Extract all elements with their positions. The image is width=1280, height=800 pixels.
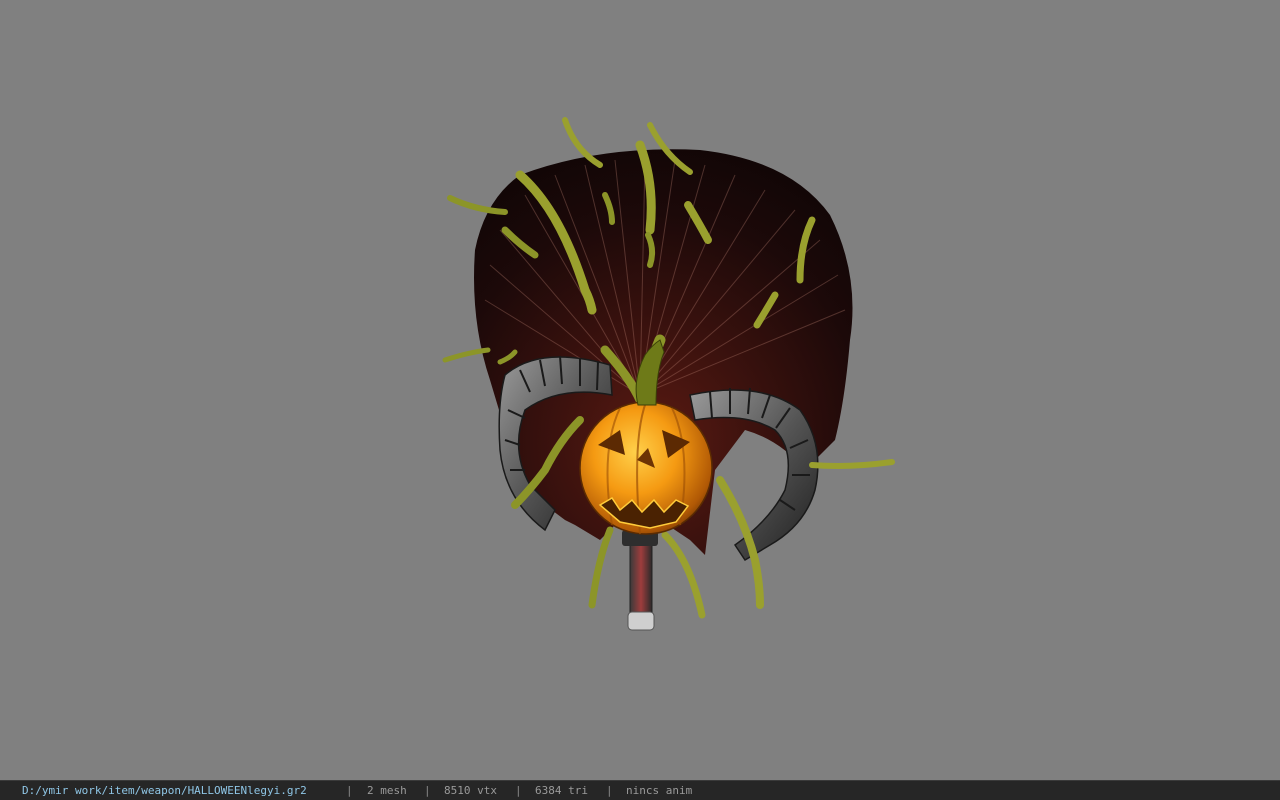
halloween-fan-weapon-model [442, 117, 895, 631]
triangle-count: 6384 tri [535, 784, 588, 797]
separator: | [515, 784, 522, 797]
separator: | [346, 784, 353, 797]
vertex-count: 8510 vtx [444, 784, 497, 797]
separator: | [424, 784, 431, 797]
mesh-count: 2 mesh [367, 784, 407, 797]
separator: | [606, 784, 613, 797]
file-path: D:/ymir work/item/weapon/HALLOWEENlegyi.… [22, 784, 307, 797]
fan-handle [622, 530, 658, 631]
animation-status: nincs anim [626, 784, 693, 797]
status-bar: D:/ymir work/item/weapon/HALLOWEENlegyi.… [0, 780, 1280, 800]
3d-viewport[interactable] [0, 0, 1280, 780]
